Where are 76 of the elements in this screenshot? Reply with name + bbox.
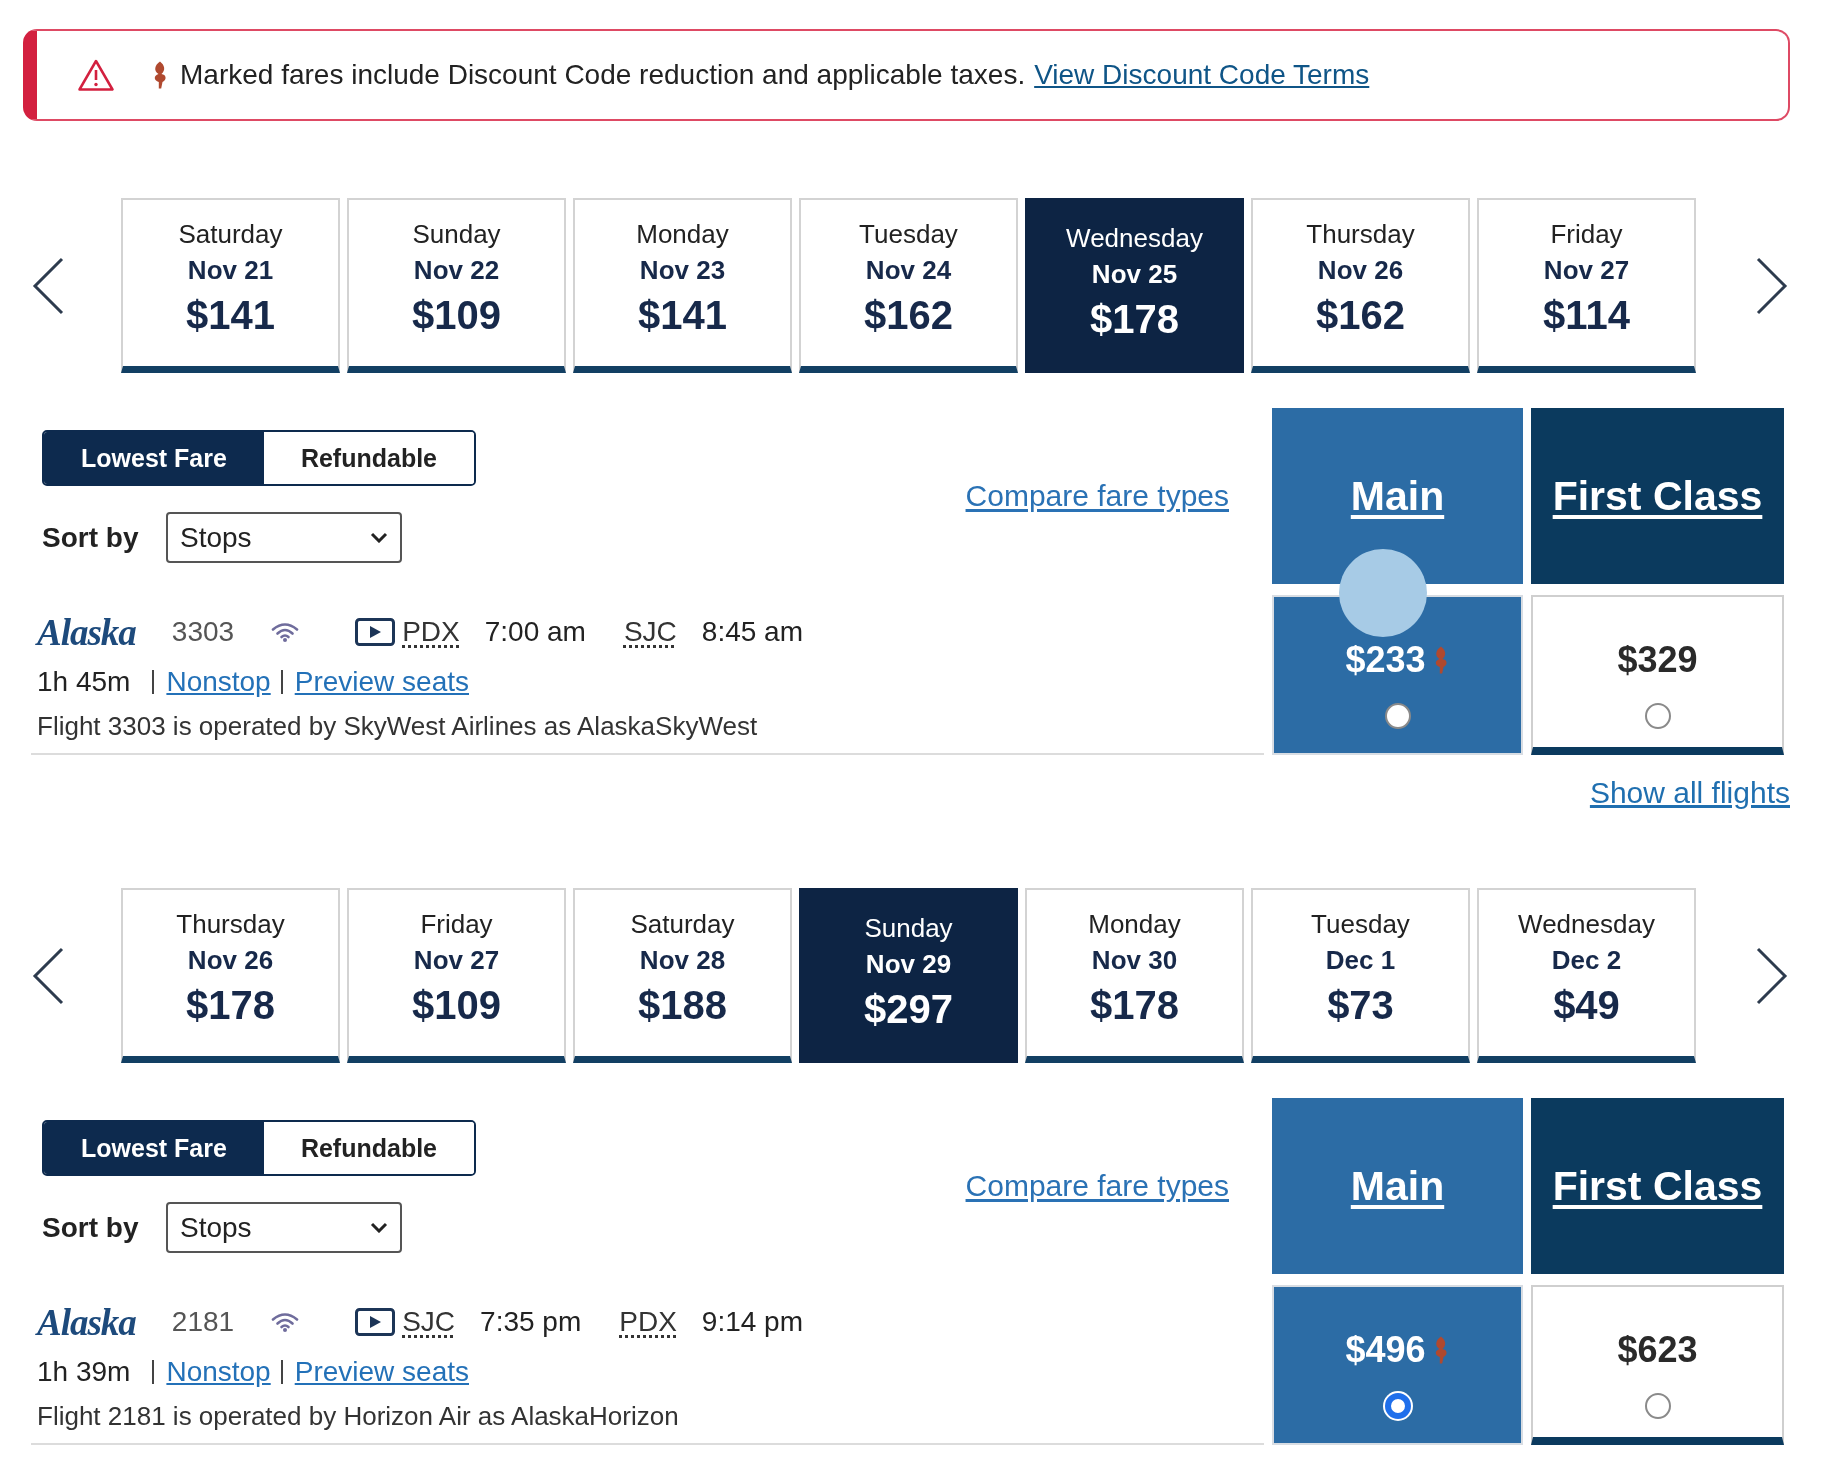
chevron-right-icon bbox=[1756, 256, 1788, 315]
play-screen-icon bbox=[355, 1308, 396, 1336]
departure-airport: PDX bbox=[402, 616, 460, 648]
previous-dates-button[interactable] bbox=[32, 256, 64, 315]
arrival-airport: SJC bbox=[623, 616, 677, 648]
date-tab[interactable]: Wednesday Dec 2 $49 bbox=[1477, 888, 1696, 1063]
flight-number: 2181 bbox=[171, 1306, 235, 1338]
fare-price: $623 bbox=[1617, 1329, 1698, 1371]
cabin-link[interactable]: First Class bbox=[1552, 1162, 1763, 1210]
date-tab[interactable]: Saturday Nov 28 $188 bbox=[573, 888, 792, 1063]
fare-filter-tab[interactable]: Lowest Fare bbox=[44, 432, 264, 484]
sort-label: Sort by bbox=[42, 1211, 140, 1244]
operator-note: Flight 2181 is operated by Horizon Air as AlaskaHorizon bbox=[37, 1400, 680, 1433]
airline-logo: Alaska bbox=[37, 610, 136, 654]
preview-seats-link[interactable]: Preview seats bbox=[294, 1356, 469, 1388]
date-tab[interactable]: Tuesday Dec 1 $73 bbox=[1251, 888, 1470, 1063]
date-tab[interactable]: Friday Nov 27 $114 bbox=[1477, 198, 1696, 373]
date-tab[interactable]: Monday Nov 23 $141 bbox=[573, 198, 792, 373]
previous-dates-button[interactable] bbox=[32, 946, 64, 1005]
show-all-flights-link[interactable]: Show all flights bbox=[1589, 775, 1790, 811]
radio-button[interactable] bbox=[1384, 1393, 1411, 1419]
wifi-icon bbox=[271, 1312, 300, 1332]
flight-number: 3303 bbox=[171, 616, 235, 648]
next-dates-button[interactable] bbox=[1756, 946, 1788, 1005]
arrival-time: 9:14 pm bbox=[701, 1306, 803, 1338]
stops-link[interactable]: Nonstop bbox=[166, 666, 271, 698]
arrival-time: 8:45 am bbox=[701, 616, 803, 648]
fare-cell[interactable]: $496 bbox=[1272, 1285, 1523, 1445]
arrival-airport: PDX bbox=[619, 1306, 677, 1338]
sort-label: Sort by bbox=[42, 521, 140, 554]
date-tab[interactable]: Sunday Nov 29 $297 bbox=[799, 888, 1018, 1063]
radio-button[interactable] bbox=[1384, 703, 1411, 729]
preview-seats-link[interactable]: Preview seats bbox=[294, 666, 469, 698]
compare-fare-types-link[interactable]: Compare fare types bbox=[965, 1169, 1229, 1203]
date-tab[interactable]: Wednesday Nov 25 $178 bbox=[1025, 198, 1244, 373]
date-tab[interactable]: Thursday Nov 26 $178 bbox=[121, 888, 340, 1063]
cabin-link[interactable]: Main bbox=[1350, 1162, 1445, 1210]
fare-cell[interactable]: $623 bbox=[1531, 1285, 1784, 1445]
departure-time: 7:35 pm bbox=[480, 1306, 582, 1338]
date-tab[interactable]: Friday Nov 27 $109 bbox=[347, 888, 566, 1063]
departure-time: 7:00 am bbox=[484, 616, 586, 648]
caret-icon bbox=[370, 1222, 388, 1233]
airline-logo: Alaska bbox=[37, 1300, 136, 1344]
next-dates-button[interactable] bbox=[1756, 256, 1788, 315]
date-tab[interactable]: Saturday Nov 21 $141 bbox=[121, 198, 340, 373]
cabin-link[interactable]: First Class bbox=[1552, 472, 1763, 520]
fare-cell[interactable]: $233 bbox=[1272, 595, 1523, 755]
chevron-left-icon bbox=[32, 256, 64, 315]
sort-dropdown[interactable]: Stops bbox=[166, 1202, 402, 1253]
wifi-icon bbox=[271, 622, 300, 642]
fare-price: $496 bbox=[1345, 1329, 1426, 1371]
chevron-left-icon bbox=[32, 946, 64, 1005]
date-tab[interactable]: Thursday Nov 26 $162 bbox=[1251, 198, 1470, 373]
compare-fare-types-link[interactable]: Compare fare types bbox=[965, 479, 1229, 513]
alert-message: Marked fares include Discount Code reduction and applicable taxes. bbox=[180, 59, 1026, 91]
fare-price: $329 bbox=[1617, 639, 1698, 681]
date-tab[interactable]: Tuesday Nov 24 $162 bbox=[799, 198, 1018, 373]
cabin-link[interactable]: Main bbox=[1350, 472, 1445, 520]
fare-filter-tab[interactable]: Lowest Fare bbox=[44, 1122, 264, 1174]
date-tab[interactable]: Sunday Nov 22 $109 bbox=[347, 198, 566, 373]
play-screen-icon bbox=[355, 618, 396, 646]
sort-dropdown[interactable]: Stops bbox=[166, 512, 402, 563]
flight-duration: 1h 45m bbox=[37, 666, 131, 698]
discount-terms-link[interactable]: View Discount Code Terms bbox=[1034, 59, 1370, 91]
radio-button[interactable] bbox=[1644, 703, 1671, 729]
flight-duration: 1h 39m bbox=[37, 1356, 131, 1388]
departure-airport: SJC bbox=[402, 1306, 456, 1338]
fare-price: $233 bbox=[1345, 639, 1426, 681]
caret-icon bbox=[370, 532, 388, 543]
warning-icon bbox=[78, 59, 114, 91]
radio-button[interactable] bbox=[1644, 1393, 1671, 1419]
fare-cell[interactable]: $329 bbox=[1531, 595, 1784, 755]
operator-note: Flight 3303 is operated by SkyWest Airlines as AlaskaSkyWest bbox=[37, 710, 759, 743]
date-tab[interactable]: Monday Nov 30 $178 bbox=[1025, 888, 1244, 1063]
stops-link[interactable]: Nonstop bbox=[166, 1356, 271, 1388]
chevron-right-icon bbox=[1756, 946, 1788, 1005]
